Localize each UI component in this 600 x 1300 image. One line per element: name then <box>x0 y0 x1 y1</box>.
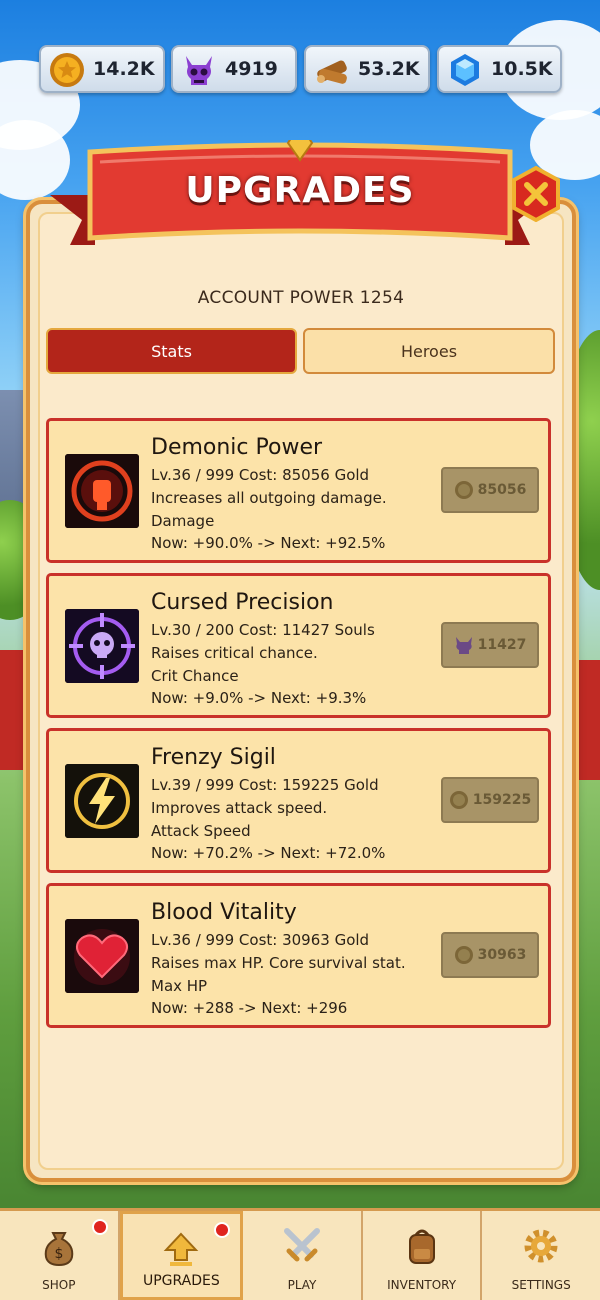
demon-skull-icon <box>455 637 472 654</box>
nav-shop[interactable]: $ SHOP <box>0 1211 120 1300</box>
up-arrow-icon <box>164 1232 199 1266</box>
gems-counter: 10.5K <box>437 45 562 93</box>
wood-value: 53.2K <box>358 58 420 80</box>
close-button[interactable] <box>508 166 564 222</box>
nav-play[interactable]: PLAY <box>243 1211 363 1300</box>
crossed-swords-icon <box>283 1228 320 1262</box>
upgrade-progress: Now: +288 -> Next: +296 <box>151 999 348 1017</box>
souls-value: 4919 <box>225 58 278 80</box>
demon-skull-icon <box>186 56 212 85</box>
buy-upgrade-button[interactable]: 30963 <box>441 932 539 978</box>
gold-coin-icon <box>50 53 84 87</box>
upgrade-level-cost: Lv.36 / 999 Cost: 30963 Gold <box>151 931 370 949</box>
backpack-icon <box>408 1229 435 1264</box>
upgrade-name: Demonic Power <box>151 435 323 460</box>
nav-settings[interactable]: SETTINGS <box>482 1211 600 1300</box>
upgrade-description: Raises max HP. Core survival stat. <box>151 954 406 972</box>
souls-counter: 4919 <box>171 45 297 93</box>
nav-upgrades[interactable]: UPGRADES <box>119 1211 244 1300</box>
upgrade-stat: Damage <box>151 512 215 530</box>
upgrade-name: Cursed Precision <box>151 590 334 615</box>
panel-title: UPGRADES <box>185 170 415 211</box>
blue-gem-icon <box>451 54 479 86</box>
upgrade-description: Raises critical chance. <box>151 644 318 662</box>
buy-upgrade-button[interactable]: 11427 <box>441 622 539 668</box>
wood-log-icon <box>317 60 347 84</box>
crosshair-skull-icon <box>65 609 139 683</box>
upgrade-card-blood-vitality: Blood Vitality Lv.36 / 999 Cost: 30963 G… <box>46 883 551 1028</box>
wood-counter: 53.2K <box>304 45 430 93</box>
lightning-icon <box>65 764 139 838</box>
upgrade-stat: Max HP <box>151 977 208 995</box>
tab-stats[interactable]: Stats <box>46 328 297 374</box>
account-power: ACCOUNT POWER 1254 <box>197 288 405 308</box>
gold-coin-icon <box>449 791 468 809</box>
svg-text:$: $ <box>54 1246 63 1262</box>
nav-inventory[interactable]: INVENTORY <box>363 1211 483 1300</box>
gold-value: 14.2K <box>93 58 155 80</box>
upgrade-description: Increases all outgoing damage. <box>151 489 387 507</box>
bottom-nav: $ SHOP UPGRADES PLAY INVENTORY SETTINGS <box>0 1208 600 1300</box>
notification-badge <box>91 1219 108 1235</box>
upgrade-level-cost: Lv.30 / 200 Cost: 11427 Souls <box>151 621 375 639</box>
upgrade-stat: Crit Chance <box>151 667 239 685</box>
gear-icon <box>524 1229 558 1263</box>
upgrade-name: Blood Vitality <box>151 900 297 925</box>
resource-bar: 14.2K 4919 53.2K 10.5K <box>0 45 600 95</box>
upgrade-progress: Now: +90.0% -> Next: +92.5% <box>151 534 386 552</box>
gold-coin-icon <box>454 946 473 964</box>
upgrade-level-cost: Lv.36 / 999 Cost: 85056 Gold <box>151 466 370 484</box>
money-bag-icon: $ <box>44 1232 74 1267</box>
upgrade-stat: Attack Speed <box>151 822 251 840</box>
heart-icon <box>65 919 139 993</box>
upgrade-progress: Now: +9.0% -> Next: +9.3% <box>151 689 367 707</box>
upgrade-card-demonic-power: Demonic Power Lv.36 / 999 Cost: 85056 Go… <box>46 418 551 563</box>
upgrade-description: Improves attack speed. <box>151 799 328 817</box>
fist-icon <box>65 454 139 528</box>
tab-heroes[interactable]: Heroes <box>303 328 555 374</box>
gems-value: 10.5K <box>491 58 553 80</box>
upgrade-level-cost: Lv.39 / 999 Cost: 159225 Gold <box>151 776 379 794</box>
notification-badge <box>214 1222 231 1238</box>
upgrade-progress: Now: +70.2% -> Next: +72.0% <box>151 844 386 862</box>
upgrade-card-cursed-precision: Cursed Precision Lv.30 / 200 Cost: 11427… <box>46 573 551 718</box>
gold-coin-icon <box>454 481 473 499</box>
buy-upgrade-button[interactable]: 85056 <box>441 467 539 513</box>
upgrade-card-frenzy-sigil: Frenzy Sigil Lv.39 / 999 Cost: 159225 Go… <box>46 728 551 873</box>
buy-upgrade-button[interactable]: 159225 <box>441 777 539 823</box>
gold-counter: 14.2K <box>39 45 165 93</box>
upgrade-name: Frenzy Sigil <box>151 745 276 770</box>
